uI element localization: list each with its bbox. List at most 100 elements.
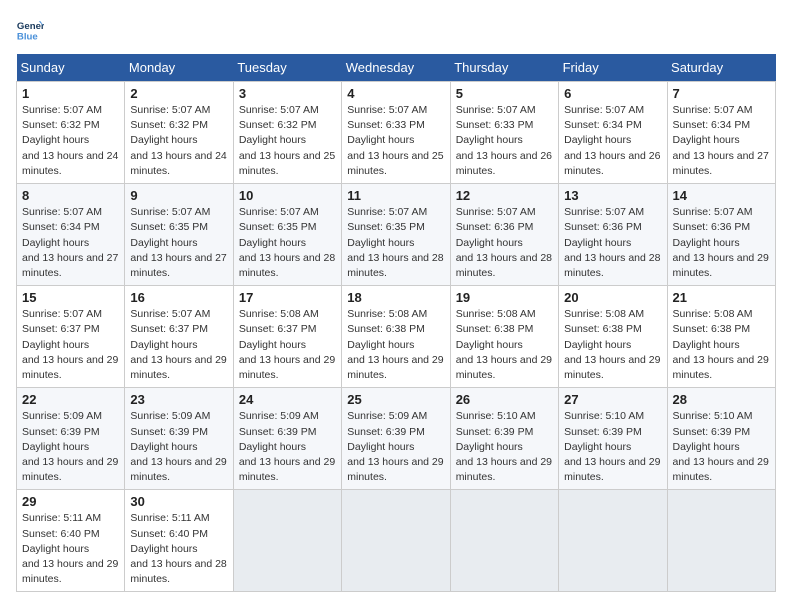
day-info: Sunrise: 5:07 AMSunset: 6:35 PMDaylight … (239, 205, 336, 281)
weekday-header-saturday: Saturday (667, 54, 775, 82)
day-number: 15 (22, 290, 119, 305)
calendar-cell: 11 Sunrise: 5:07 AMSunset: 6:35 PMDaylig… (342, 184, 450, 286)
day-info: Sunrise: 5:10 AMSunset: 6:39 PMDaylight … (564, 409, 661, 485)
day-number: 1 (22, 86, 119, 101)
weekday-header-sunday: Sunday (17, 54, 125, 82)
day-number: 25 (347, 392, 444, 407)
day-info: Sunrise: 5:09 AMSunset: 6:39 PMDaylight … (130, 409, 227, 485)
day-number: 27 (564, 392, 661, 407)
day-info: Sunrise: 5:08 AMSunset: 6:38 PMDaylight … (564, 307, 661, 383)
calendar-cell: 13 Sunrise: 5:07 AMSunset: 6:36 PMDaylig… (559, 184, 667, 286)
day-info: Sunrise: 5:07 AMSunset: 6:35 PMDaylight … (347, 205, 444, 281)
calendar-cell: 3 Sunrise: 5:07 AMSunset: 6:32 PMDayligh… (233, 82, 341, 184)
calendar-week-4: 22 Sunrise: 5:09 AMSunset: 6:39 PMDaylig… (17, 388, 776, 490)
calendar-cell (450, 490, 558, 592)
calendar-week-3: 15 Sunrise: 5:07 AMSunset: 6:37 PMDaylig… (17, 286, 776, 388)
day-number: 26 (456, 392, 553, 407)
day-info: Sunrise: 5:07 AMSunset: 6:34 PMDaylight … (564, 103, 661, 179)
calendar-cell: 20 Sunrise: 5:08 AMSunset: 6:38 PMDaylig… (559, 286, 667, 388)
day-info: Sunrise: 5:07 AMSunset: 6:32 PMDaylight … (22, 103, 119, 179)
calendar-cell: 30 Sunrise: 5:11 AMSunset: 6:40 PMDaylig… (125, 490, 233, 592)
calendar-cell: 27 Sunrise: 5:10 AMSunset: 6:39 PMDaylig… (559, 388, 667, 490)
day-number: 14 (673, 188, 770, 203)
calendar-cell: 7 Sunrise: 5:07 AMSunset: 6:34 PMDayligh… (667, 82, 775, 184)
calendar-week-2: 8 Sunrise: 5:07 AMSunset: 6:34 PMDayligh… (17, 184, 776, 286)
calendar-cell: 14 Sunrise: 5:07 AMSunset: 6:36 PMDaylig… (667, 184, 775, 286)
calendar-cell: 2 Sunrise: 5:07 AMSunset: 6:32 PMDayligh… (125, 82, 233, 184)
day-number: 9 (130, 188, 227, 203)
calendar-cell (233, 490, 341, 592)
day-number: 29 (22, 494, 119, 509)
day-info: Sunrise: 5:09 AMSunset: 6:39 PMDaylight … (22, 409, 119, 485)
day-number: 8 (22, 188, 119, 203)
calendar-cell: 25 Sunrise: 5:09 AMSunset: 6:39 PMDaylig… (342, 388, 450, 490)
calendar-cell: 6 Sunrise: 5:07 AMSunset: 6:34 PMDayligh… (559, 82, 667, 184)
weekday-header-monday: Monday (125, 54, 233, 82)
day-number: 5 (456, 86, 553, 101)
day-info: Sunrise: 5:08 AMSunset: 6:38 PMDaylight … (347, 307, 444, 383)
calendar-cell: 26 Sunrise: 5:10 AMSunset: 6:39 PMDaylig… (450, 388, 558, 490)
calendar-cell: 9 Sunrise: 5:07 AMSunset: 6:35 PMDayligh… (125, 184, 233, 286)
day-info: Sunrise: 5:07 AMSunset: 6:37 PMDaylight … (130, 307, 227, 383)
day-number: 7 (673, 86, 770, 101)
calendar-cell: 21 Sunrise: 5:08 AMSunset: 6:38 PMDaylig… (667, 286, 775, 388)
day-number: 3 (239, 86, 336, 101)
calendar-cell: 17 Sunrise: 5:08 AMSunset: 6:37 PMDaylig… (233, 286, 341, 388)
day-number: 2 (130, 86, 227, 101)
day-info: Sunrise: 5:11 AMSunset: 6:40 PMDaylight … (130, 511, 227, 587)
day-info: Sunrise: 5:09 AMSunset: 6:39 PMDaylight … (239, 409, 336, 485)
calendar-cell: 29 Sunrise: 5:11 AMSunset: 6:40 PMDaylig… (17, 490, 125, 592)
day-number: 6 (564, 86, 661, 101)
day-number: 24 (239, 392, 336, 407)
calendar-cell (342, 490, 450, 592)
day-info: Sunrise: 5:07 AMSunset: 6:33 PMDaylight … (347, 103, 444, 179)
calendar-cell: 12 Sunrise: 5:07 AMSunset: 6:36 PMDaylig… (450, 184, 558, 286)
day-info: Sunrise: 5:08 AMSunset: 6:38 PMDaylight … (673, 307, 770, 383)
calendar-cell: 10 Sunrise: 5:07 AMSunset: 6:35 PMDaylig… (233, 184, 341, 286)
day-number: 23 (130, 392, 227, 407)
calendar-cell: 18 Sunrise: 5:08 AMSunset: 6:38 PMDaylig… (342, 286, 450, 388)
weekday-header-tuesday: Tuesday (233, 54, 341, 82)
day-number: 11 (347, 188, 444, 203)
calendar-week-5: 29 Sunrise: 5:11 AMSunset: 6:40 PMDaylig… (17, 490, 776, 592)
day-number: 13 (564, 188, 661, 203)
day-info: Sunrise: 5:10 AMSunset: 6:39 PMDaylight … (456, 409, 553, 485)
calendar-cell: 1 Sunrise: 5:07 AMSunset: 6:32 PMDayligh… (17, 82, 125, 184)
day-info: Sunrise: 5:09 AMSunset: 6:39 PMDaylight … (347, 409, 444, 485)
weekday-header-friday: Friday (559, 54, 667, 82)
day-number: 30 (130, 494, 227, 509)
day-number: 28 (673, 392, 770, 407)
day-number: 20 (564, 290, 661, 305)
day-info: Sunrise: 5:07 AMSunset: 6:34 PMDaylight … (22, 205, 119, 281)
day-number: 4 (347, 86, 444, 101)
day-info: Sunrise: 5:07 AMSunset: 6:32 PMDaylight … (130, 103, 227, 179)
calendar-cell: 24 Sunrise: 5:09 AMSunset: 6:39 PMDaylig… (233, 388, 341, 490)
day-number: 17 (239, 290, 336, 305)
logo-icon: General Blue (16, 16, 44, 44)
weekday-header-row: SundayMondayTuesdayWednesdayThursdayFrid… (17, 54, 776, 82)
day-number: 16 (130, 290, 227, 305)
day-info: Sunrise: 5:07 AMSunset: 6:33 PMDaylight … (456, 103, 553, 179)
day-info: Sunrise: 5:07 AMSunset: 6:36 PMDaylight … (456, 205, 553, 281)
day-info: Sunrise: 5:07 AMSunset: 6:36 PMDaylight … (564, 205, 661, 281)
calendar-week-1: 1 Sunrise: 5:07 AMSunset: 6:32 PMDayligh… (17, 82, 776, 184)
calendar-cell: 28 Sunrise: 5:10 AMSunset: 6:39 PMDaylig… (667, 388, 775, 490)
calendar-cell: 16 Sunrise: 5:07 AMSunset: 6:37 PMDaylig… (125, 286, 233, 388)
day-number: 10 (239, 188, 336, 203)
page-header: General Blue (16, 16, 776, 44)
calendar-cell: 23 Sunrise: 5:09 AMSunset: 6:39 PMDaylig… (125, 388, 233, 490)
calendar-table: SundayMondayTuesdayWednesdayThursdayFrid… (16, 54, 776, 592)
weekday-header-wednesday: Wednesday (342, 54, 450, 82)
day-info: Sunrise: 5:07 AMSunset: 6:35 PMDaylight … (130, 205, 227, 281)
calendar-cell: 5 Sunrise: 5:07 AMSunset: 6:33 PMDayligh… (450, 82, 558, 184)
day-number: 21 (673, 290, 770, 305)
calendar-cell (559, 490, 667, 592)
day-number: 12 (456, 188, 553, 203)
day-number: 22 (22, 392, 119, 407)
day-info: Sunrise: 5:08 AMSunset: 6:38 PMDaylight … (456, 307, 553, 383)
day-number: 18 (347, 290, 444, 305)
day-info: Sunrise: 5:07 AMSunset: 6:32 PMDaylight … (239, 103, 336, 179)
day-info: Sunrise: 5:10 AMSunset: 6:39 PMDaylight … (673, 409, 770, 485)
day-info: Sunrise: 5:07 AMSunset: 6:34 PMDaylight … (673, 103, 770, 179)
weekday-header-thursday: Thursday (450, 54, 558, 82)
